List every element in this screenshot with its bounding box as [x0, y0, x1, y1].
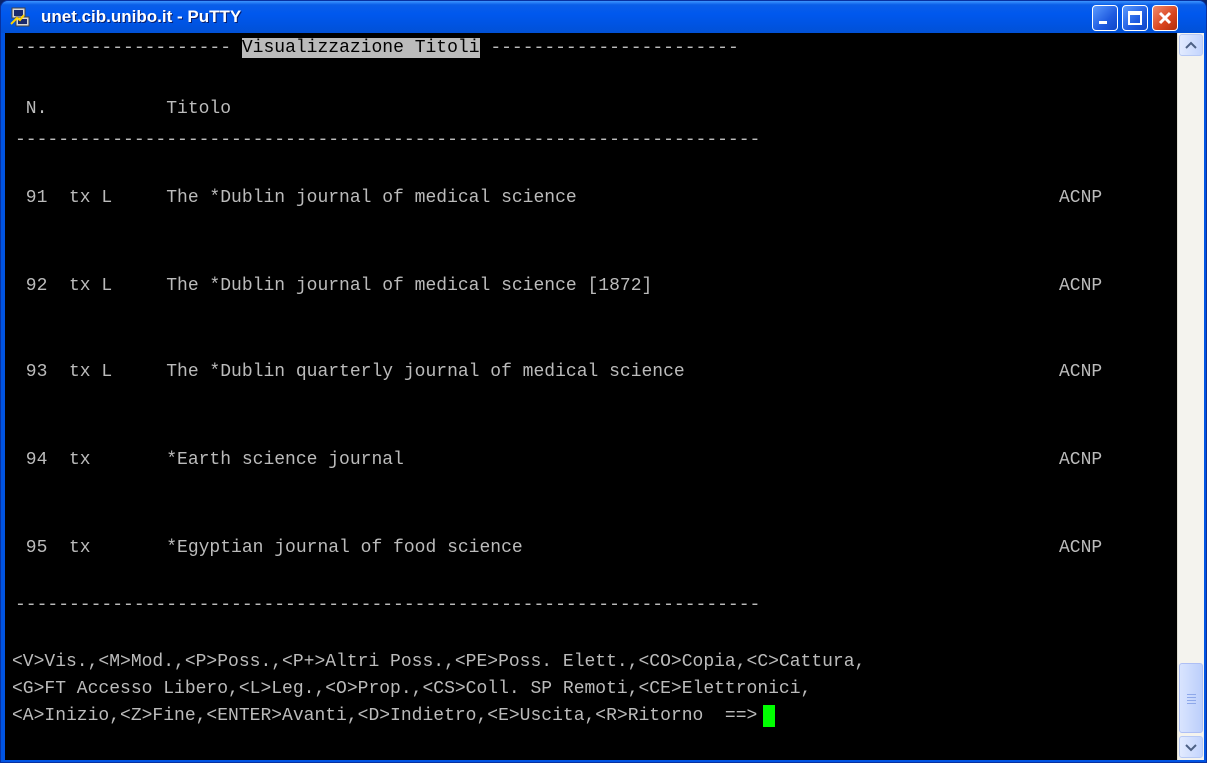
list-item: 92 tx L The *Dublin journal of medical s… [15, 275, 653, 297]
grip-line [1187, 703, 1196, 704]
command-line-1: <V>Vis.,<M>Mod.,<P>Poss.,<P+>Altri Poss.… [12, 652, 866, 672]
list-item-text: 91 tx L The *Dublin journal of medical s… [15, 188, 577, 208]
scroll-up-button[interactable] [1179, 34, 1203, 56]
close-icon [1158, 11, 1172, 25]
list-item: 95 tx *Egyptian journal of food science [15, 537, 523, 559]
list-item-text: 94 tx *Earth science journal [15, 450, 404, 470]
arrow-up-icon [1185, 41, 1197, 49]
arrow-down-icon [1185, 744, 1197, 752]
window-title: unet.cib.unibo.it - PuTTY [41, 7, 242, 26]
list-item: 91 tx L The *Dublin journal of medical s… [15, 187, 577, 209]
maximize-button[interactable] [1122, 5, 1148, 31]
terminal-screen[interactable]: -------------------- Visualizzazione Tit… [5, 33, 1177, 760]
grip-line [1187, 697, 1196, 698]
list-item-source: ACNP [1059, 362, 1103, 382]
command-prompt[interactable]: <A>Inizio,<Z>Fine,<ENTER>Avanti,<D>Indie… [12, 705, 776, 727]
screen-header: -------------------- Visualizzazione Tit… [15, 37, 739, 59]
close-button[interactable] [1152, 5, 1178, 31]
list-item-text: 92 tx L The *Dublin journal of medical s… [15, 276, 653, 296]
list-item-source: ACNP [1059, 538, 1103, 558]
grip-line [1187, 700, 1196, 701]
scroll-thumb[interactable] [1179, 663, 1203, 733]
separator-bottom: ----------------------------------------… [15, 595, 761, 615]
title-bar[interactable]: unet.cib.unibo.it - PuTTY [1, 1, 1206, 33]
scroll-down-button[interactable] [1179, 736, 1203, 758]
grip-line [1187, 694, 1196, 695]
header-right-dashes: ----------------------- [490, 38, 739, 58]
text-cursor [763, 705, 776, 727]
screen-title: Visualizzazione Titoli [241, 38, 480, 58]
minimize-icon [1099, 21, 1107, 24]
list-item-source: ACNP [1059, 276, 1103, 296]
maximize-icon [1128, 11, 1142, 25]
list-item: 94 tx *Earth science journal [15, 449, 404, 471]
column-headers: N. Titolo [15, 99, 232, 119]
list-item-source: ACNP [1059, 450, 1103, 470]
list-item-source: ACNP [1059, 188, 1103, 208]
putty-window: unet.cib.unibo.it - PuTTY --------------… [0, 0, 1207, 763]
list-item-text: 95 tx *Egyptian journal of food science [15, 538, 523, 558]
header-left-dashes: -------------------- [15, 38, 232, 58]
list-item: 93 tx L The *Dublin quarterly journal of… [15, 361, 685, 383]
command-line-2: <G>FT Accesso Libero,<L>Leg.,<O>Prop.,<C… [12, 679, 812, 699]
minimize-button[interactable] [1092, 5, 1118, 31]
command-line-3: <A>Inizio,<Z>Fine,<ENTER>Avanti,<D>Indie… [12, 706, 758, 726]
vertical-scrollbar[interactable] [1177, 33, 1204, 760]
putty-icon [10, 7, 30, 27]
list-item-text: 93 tx L The *Dublin quarterly journal of… [15, 362, 685, 382]
separator-top: ----------------------------------------… [15, 130, 761, 150]
